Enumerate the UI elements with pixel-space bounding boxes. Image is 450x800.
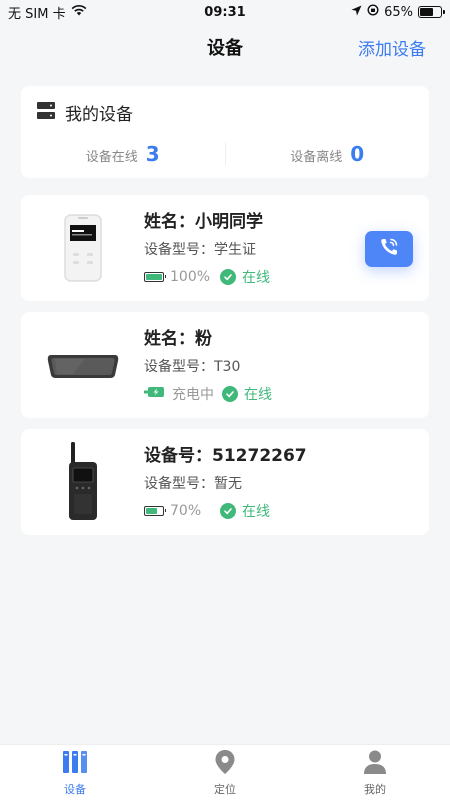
- check-circle-icon: [220, 269, 236, 285]
- battery-icon: [144, 506, 166, 516]
- location-pin-icon: [214, 749, 236, 779]
- student-card-device-image: [39, 209, 127, 287]
- orientation-lock-icon: [367, 4, 379, 20]
- online-stat: 设备在线 3: [21, 142, 225, 166]
- battery-fill: [146, 274, 162, 280]
- offline-count: 0: [350, 142, 365, 166]
- add-device-button[interactable]: 添加设备: [358, 35, 426, 60]
- device-summary-card: 我的设备 设备在线 3 设备离线 0: [21, 86, 429, 178]
- server-icon: [37, 102, 55, 123]
- battery-fill: [146, 508, 158, 514]
- tab-location[interactable]: 定位: [150, 745, 300, 800]
- device-model: 设备型号：T30: [144, 359, 241, 375]
- device-model: 设备型号：暂无: [144, 476, 242, 492]
- online-count: 3: [145, 142, 160, 166]
- battery-level: 70%: [170, 503, 202, 519]
- offline-stat: 设备离线 0: [226, 142, 430, 166]
- device-card[interactable]: 设备号：51272267 设备型号：暂无 70% 在线: [21, 429, 429, 535]
- offline-label: 设备离线: [290, 150, 343, 165]
- device-name: 姓名：粉: [144, 329, 212, 349]
- device-name: 姓名：小明同学: [144, 212, 263, 232]
- devices-icon: [62, 749, 88, 779]
- check-circle-icon: [220, 503, 236, 519]
- location-arrow-icon: [351, 5, 362, 20]
- wifi-icon: [71, 4, 87, 20]
- tab-label: 设备: [64, 782, 86, 796]
- battery-percent: 65%: [384, 4, 413, 20]
- tab-mine[interactable]: 我的: [300, 745, 450, 800]
- device-card[interactable]: 姓名：粉 设备型号：T30 充电中 在线: [21, 312, 429, 418]
- device-model: 设备型号：学生证: [144, 242, 256, 258]
- online-status: 在线: [242, 504, 270, 520]
- nav-bar: 设备 添加设备: [0, 24, 450, 70]
- charging-battery-icon: [144, 386, 166, 402]
- person-icon: [363, 749, 387, 779]
- battery-level: 100%: [170, 269, 211, 285]
- battery-icon: [144, 272, 166, 282]
- phone-call-icon: [378, 236, 400, 262]
- carrier-text: 无 SIM 卡: [8, 6, 66, 22]
- online-label: 设备在线: [85, 150, 138, 165]
- summary-title: 我的设备: [65, 105, 133, 125]
- tab-label: 定位: [214, 782, 236, 796]
- battery-icon: [418, 6, 445, 18]
- call-button[interactable]: [365, 231, 413, 267]
- charging-text: 充电中: [172, 387, 214, 403]
- tab-bar: 设备 定位 我的: [0, 744, 450, 800]
- tab-devices[interactable]: 设备: [0, 745, 150, 800]
- walkie-talkie-device-image: [39, 442, 127, 521]
- online-status: 在线: [242, 270, 270, 286]
- status-bar: 无 SIM 卡 09:31 65%: [0, 0, 450, 24]
- device-name: 设备号：51272267: [144, 446, 307, 466]
- page-title: 设备: [207, 38, 243, 59]
- tab-label: 我的: [364, 782, 386, 796]
- online-status: 在线: [244, 387, 272, 403]
- rearview-mirror-device-image: [39, 326, 127, 404]
- battery-fill: [420, 8, 433, 16]
- device-card[interactable]: 姓名：小明同学 设备型号：学生证 100% 在线: [21, 195, 429, 301]
- check-circle-icon: [222, 386, 238, 402]
